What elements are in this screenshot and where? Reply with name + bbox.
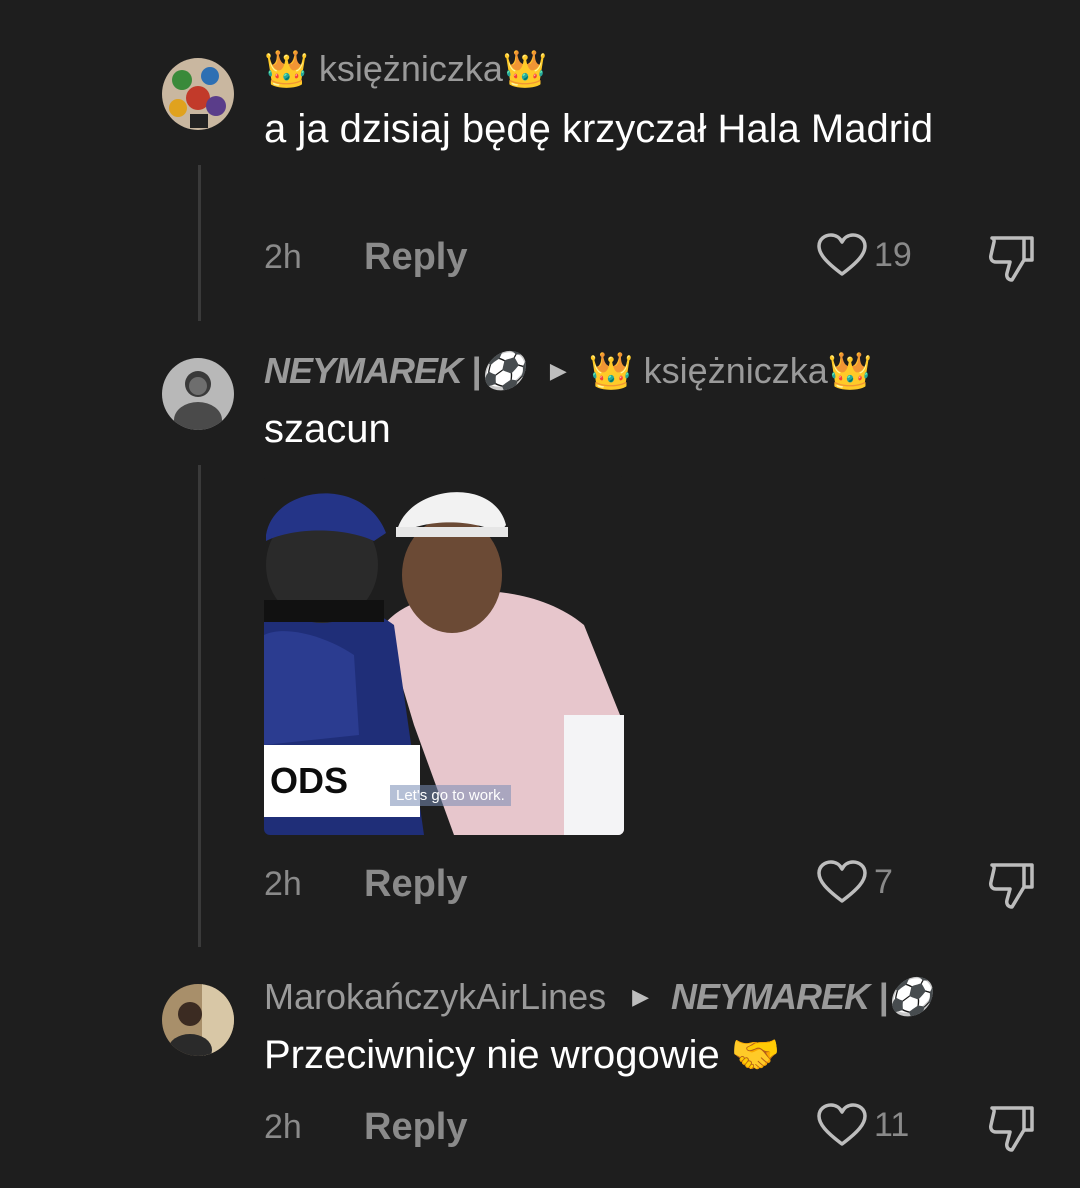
author-name[interactable]: NEYMAREK |⚽ [264,350,525,392]
like-count: 19 [874,235,912,274]
heart-icon [817,1103,867,1146]
caret-right-icon: ▶ [632,984,650,1009]
gif-attachment[interactable]: ODS Let's go to work. [264,475,624,835]
reply-button[interactable]: Reply [364,236,467,279]
comment-text: Przeciwnicy nie wrogowie 🤝 [264,1033,781,1077]
like-count: 11 [874,1105,910,1144]
avatar[interactable] [162,358,234,430]
like-button[interactable]: 19 [816,232,912,278]
dislike-button[interactable] [986,1100,1038,1161]
timestamp: 2h [264,1108,302,1146]
thumbs-down-icon [989,1106,1034,1152]
comment-actions: 2h Reply 11 [264,1100,1064,1160]
like-button[interactable]: 7 [816,859,893,905]
comment-actions: 2h Reply 19 [264,230,1064,290]
comment-text: a ja dzisiaj będę krzyczał Hala Madrid [264,107,934,151]
reply-button[interactable]: Reply [364,863,467,906]
like-count: 7 [874,862,893,901]
timestamp: 2h [264,238,302,276]
reply-to-name[interactable]: 👑 księżniczka👑 [589,350,873,392]
comment-actions: 2h Reply 7 [264,857,1064,917]
avatar[interactable] [162,984,234,1056]
avatar[interactable] [162,58,234,130]
timestamp: 2h [264,865,302,903]
gif-caption: Let's go to work. [390,785,511,806]
comment-text: szacun [264,407,391,451]
thumbs-down-icon [989,236,1034,282]
author-name[interactable]: 👑 księżniczka👑 [264,48,548,90]
caret-right-icon: ▶ [549,358,567,383]
thread-line [198,165,201,321]
reply-to-name[interactable]: NEYMAREK |⚽ [671,976,932,1018]
thumbs-down-icon [989,863,1034,909]
comment-header: NEYMAREK |⚽ ▶ 👑 księżniczka👑 [264,350,873,392]
thread-line [198,465,201,947]
author-name[interactable]: MarokańczykAirLines [264,976,606,1018]
heart-icon [817,860,867,903]
heart-icon [817,233,867,276]
reply-button[interactable]: Reply [364,1106,467,1149]
comment-header: MarokańczykAirLines ▶ NEYMAREK |⚽ [264,976,932,1018]
dislike-button[interactable] [986,857,1038,918]
dislike-button[interactable] [986,230,1038,291]
like-button[interactable]: 11 [816,1102,909,1148]
gif-bib-text: ODS [264,745,420,817]
comment-header: 👑 księżniczka👑 [264,48,548,90]
